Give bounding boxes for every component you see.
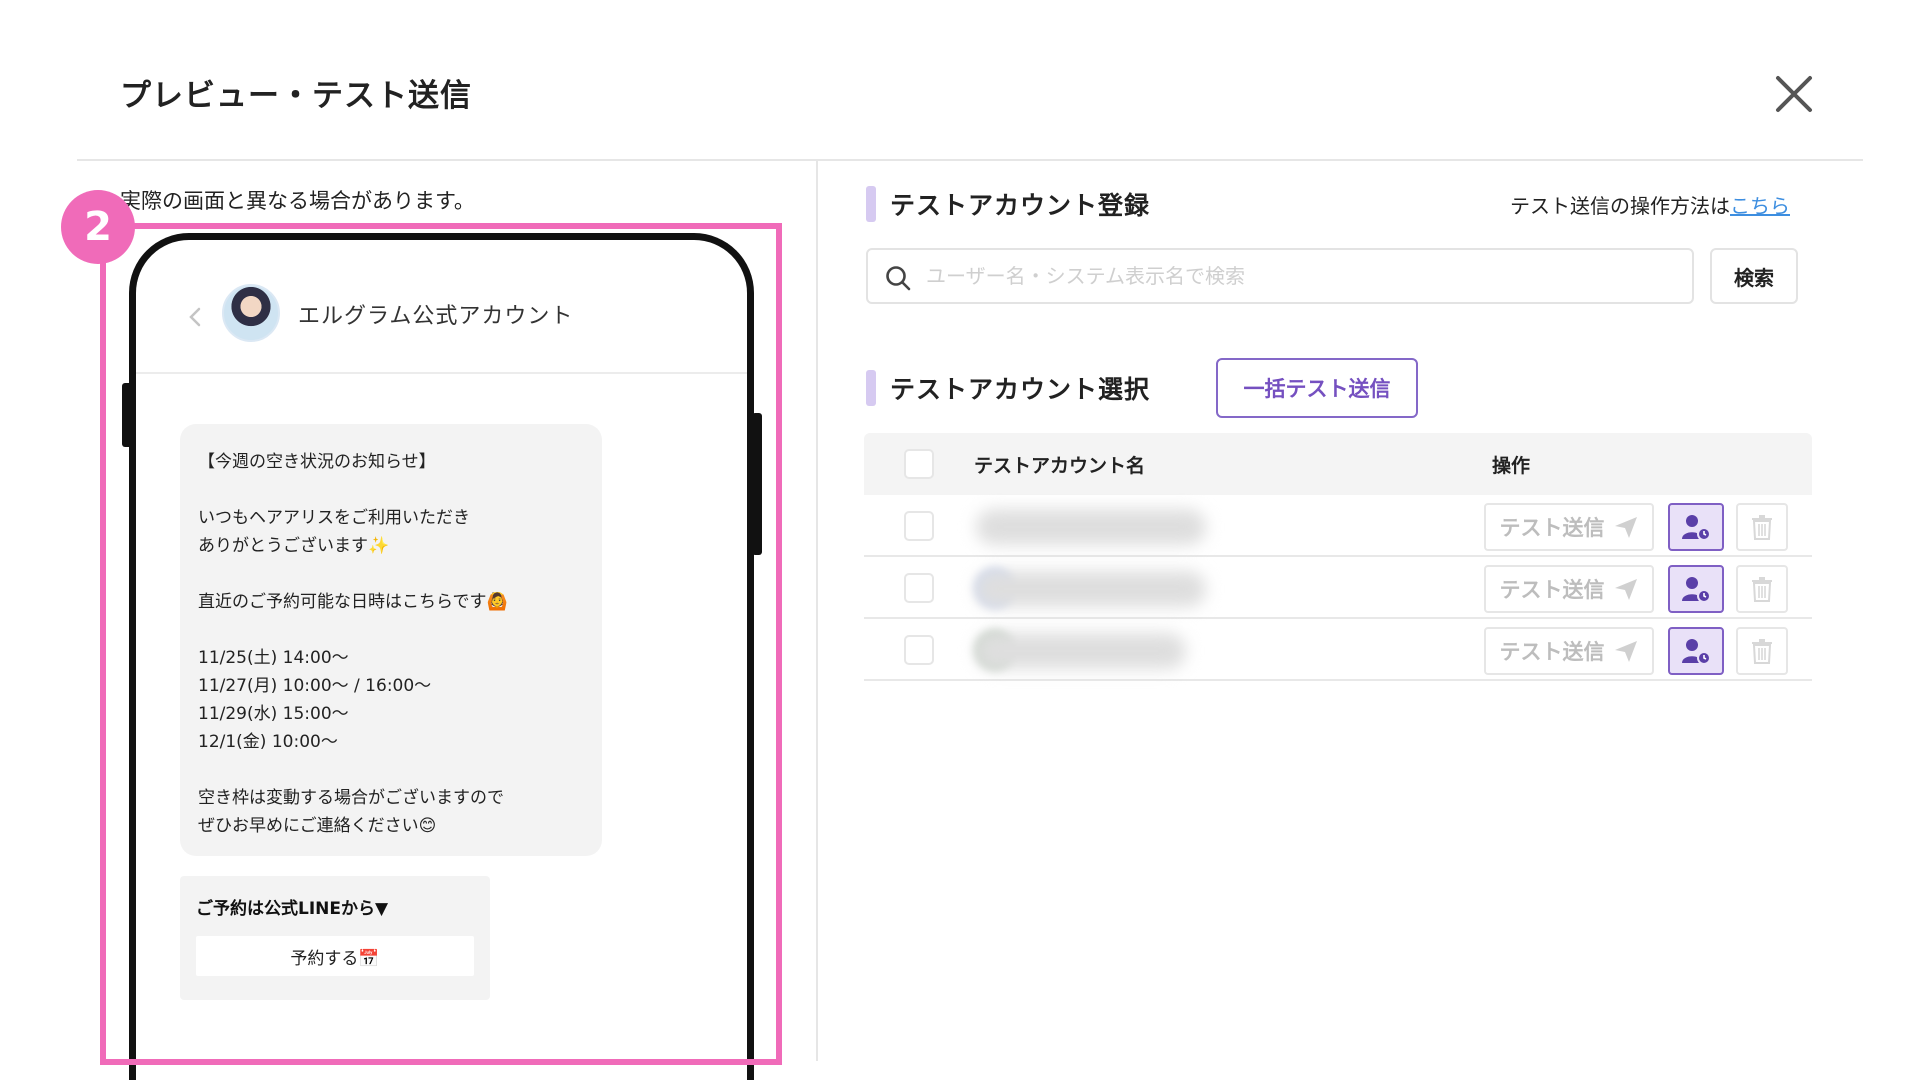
blurred-account-name — [976, 509, 1206, 545]
delete-button[interactable] — [1736, 503, 1788, 551]
message-line: 空き枠は変動する場合がございますので — [198, 788, 504, 808]
phone-preview: エルグラム公式アカウント 【今週の空き状況のお知らせ】 いつもヘアアリスをご利用… — [129, 233, 754, 1080]
reserve-button[interactable]: 予約する📅 — [196, 936, 474, 976]
user-clock-icon — [1682, 639, 1711, 665]
test-send-label: テスト送信 — [1499, 578, 1605, 602]
message-line: 11/29(水) 15:00〜 — [198, 704, 349, 724]
user-clock-button[interactable] — [1668, 565, 1724, 613]
section-accent-bar — [866, 186, 876, 222]
message-bubble: 【今週の空き状況のお知らせ】 いつもヘアアリスをご利用いただき ありがとうござい… — [180, 424, 602, 856]
card-title: ご予約は公式LINEから▼ — [196, 899, 389, 919]
message-line — [198, 756, 584, 784]
chat-account-name: エルグラム公式アカウント — [298, 304, 574, 329]
message-line: 12/1(金) 10:00〜 — [198, 732, 338, 752]
delete-button[interactable] — [1736, 627, 1788, 675]
column-header-name: テストアカウント名 — [974, 455, 1146, 477]
send-icon — [1614, 641, 1637, 662]
message-line: ありがとうございます✨ — [198, 536, 390, 556]
table-row: テスト送信 — [864, 619, 1812, 681]
test-send-button[interactable]: テスト送信 — [1484, 627, 1654, 675]
message-line — [198, 616, 584, 644]
chat-header: エルグラム公式アカウント — [136, 240, 747, 374]
chevron-left-icon[interactable] — [184, 306, 206, 328]
search-button[interactable]: 検索 — [1710, 248, 1798, 304]
test-send-button[interactable]: テスト送信 — [1484, 565, 1654, 613]
message-line: ぜひお早めにご連絡ください😊 — [198, 816, 437, 836]
close-button[interactable] — [1772, 72, 1816, 116]
row-checkbox[interactable] — [904, 511, 934, 541]
blurred-account-name — [976, 571, 1206, 607]
message-line — [198, 560, 584, 588]
trash-icon — [1752, 577, 1772, 602]
delete-button[interactable] — [1736, 565, 1788, 613]
test-send-button[interactable]: テスト送信 — [1484, 503, 1654, 551]
table-row: テスト送信 — [864, 495, 1812, 557]
step-badge: 2 — [61, 190, 135, 264]
select-all-checkbox[interactable] — [904, 449, 934, 479]
avatar — [222, 284, 280, 342]
user-clock-button[interactable] — [1668, 503, 1724, 551]
message-line: いつもヘアアリスをご利用いただき — [198, 508, 470, 528]
user-clock-icon — [1682, 577, 1711, 603]
table-row: テスト送信 — [864, 557, 1812, 619]
bulk-test-send-button[interactable]: 一括テスト送信 — [1216, 358, 1418, 418]
message-line: 直近のご予約可能な日時はこちらです🙆 — [198, 592, 508, 612]
help-link[interactable]: こちら — [1730, 194, 1790, 218]
message-line: 【今週の空き状況のお知らせ】 — [198, 452, 436, 472]
test-send-label: テスト送信 — [1499, 640, 1605, 664]
close-icon — [1776, 76, 1812, 112]
blurred-account-name — [976, 633, 1186, 669]
send-icon — [1614, 579, 1637, 600]
button-card: ご予約は公式LINEから▼ 予約する📅 — [180, 876, 490, 1000]
search-box — [866, 248, 1694, 304]
message-line: 11/27(月) 10:00〜 / 16:00〜 — [198, 676, 432, 696]
user-clock-button[interactable] — [1668, 627, 1724, 675]
search-icon — [886, 266, 911, 291]
row-checkbox[interactable] — [904, 573, 934, 603]
register-section-title: テストアカウント登録 — [890, 191, 1151, 220]
trash-icon — [1752, 639, 1772, 664]
preview-note: 実際の画面と異なる場合があります。 — [120, 189, 475, 213]
trash-icon — [1752, 515, 1772, 540]
column-divider — [816, 161, 818, 1061]
help-text-prefix: テスト送信の操作方法は — [1510, 194, 1730, 218]
user-clock-icon — [1682, 515, 1711, 541]
help-text: テスト送信の操作方法はこちら — [1510, 190, 1790, 219]
test-send-label: テスト送信 — [1499, 516, 1605, 540]
modal-title: プレビュー・テスト送信 — [120, 78, 472, 114]
column-header-ops: 操作 — [1492, 455, 1531, 477]
row-checkbox[interactable] — [904, 635, 934, 665]
header-divider — [77, 159, 1863, 161]
select-section-title: テストアカウント選択 — [890, 375, 1151, 404]
send-icon — [1614, 517, 1637, 538]
message-line: 11/25(土) 14:00〜 — [198, 648, 349, 668]
section-accent-bar — [866, 370, 876, 406]
table-header: テストアカウント名 操作 — [864, 433, 1812, 495]
message-line — [198, 476, 584, 504]
search-input[interactable] — [926, 250, 1676, 302]
